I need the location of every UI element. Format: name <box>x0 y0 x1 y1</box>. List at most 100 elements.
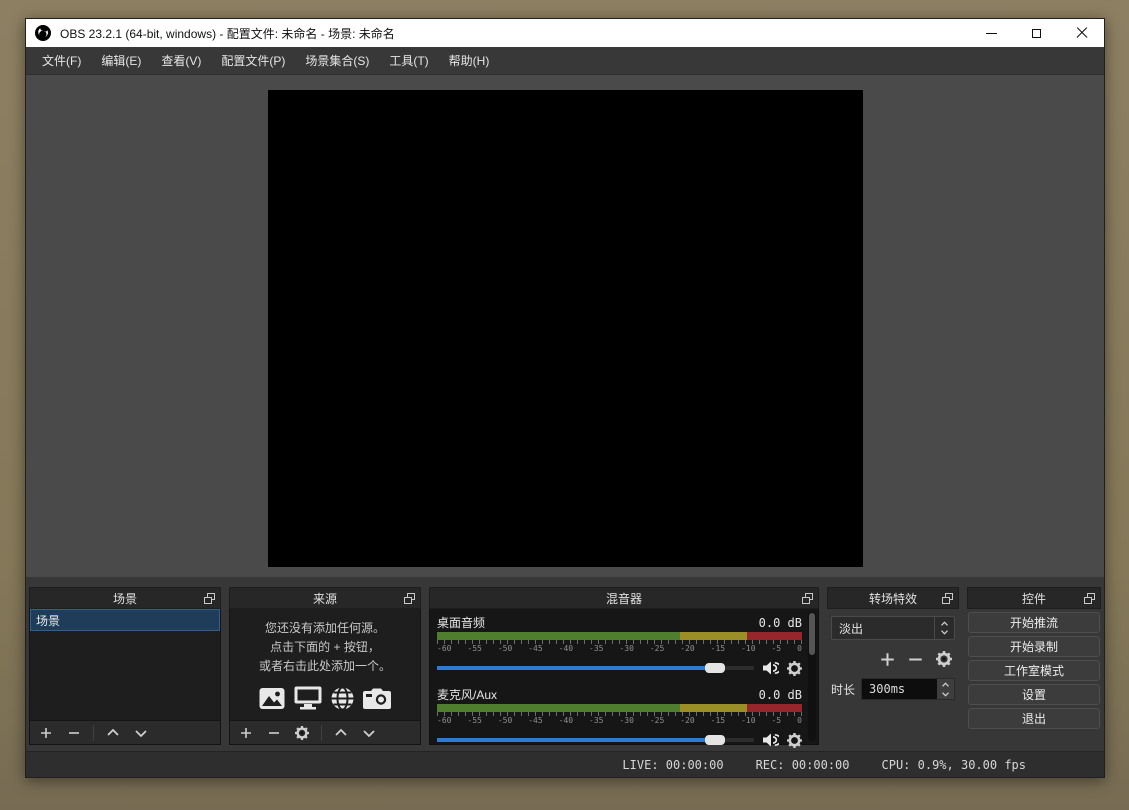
menu-item[interactable]: 帮助(H) <box>439 47 500 75</box>
window-controls <box>969 19 1104 47</box>
sources-empty-state[interactable]: 您还没有添加任何源。点击下面的 + 按钮，或者右击此处添加一个。 <box>230 609 420 720</box>
duration-spinbox[interactable]: 300ms <box>861 678 955 700</box>
volume-meter <box>437 704 802 712</box>
source-move-down-button[interactable] <box>357 723 381 743</box>
control-button[interactable]: 工作室模式 <box>968 660 1100 681</box>
menu-item[interactable]: 编辑(E) <box>91 47 151 75</box>
meter-tick-label: -5 <box>771 644 781 653</box>
meter-tick-label: -40 <box>559 716 573 725</box>
dock-float-icon[interactable] <box>802 593 813 604</box>
transition-select[interactable]: 淡出 <box>831 616 955 640</box>
control-button[interactable]: 开始录制 <box>968 636 1100 657</box>
gear-icon <box>295 726 309 740</box>
add-scene-button[interactable] <box>34 723 58 743</box>
close-button[interactable] <box>1059 19 1104 47</box>
gear-icon[interactable] <box>787 733 802 748</box>
live-time: LIVE: 00:00:00 <box>622 758 723 772</box>
volume-slider[interactable] <box>437 663 754 673</box>
source-move-up-button[interactable] <box>329 723 353 743</box>
sources-empty-text: 点击下面的 + 按钮， <box>259 638 391 657</box>
obs-logo-icon <box>35 25 51 41</box>
scene-list: 场景 <box>30 609 220 720</box>
mixer-panel-title: 混音器 <box>606 590 642 607</box>
minimize-icon <box>986 33 997 34</box>
sources-panel: 来源 您还没有添加任何源。点击下面的 + 按钮，或者右击此处添加一个。 <box>229 587 421 745</box>
menu-item[interactable]: 配置文件(P) <box>211 47 295 75</box>
meter-tick-label: -15 <box>711 644 725 653</box>
controls-panel: 控件 开始推流开始录制工作室模式设置退出 <box>967 587 1101 745</box>
dock-float-icon[interactable] <box>204 593 215 604</box>
toolbar-separator <box>93 725 94 741</box>
scene-move-down-button[interactable] <box>129 723 153 743</box>
gear-icon <box>936 651 952 667</box>
combo-spinner[interactable] <box>934 617 954 639</box>
transitions-panel: 转场特效 淡出 时长 <box>827 587 959 745</box>
spinbox-arrows[interactable] <box>937 679 954 699</box>
meter-tick-label: -15 <box>711 716 725 725</box>
chevron-up-icon <box>335 727 347 739</box>
channel-level-db: 0.0 dB <box>759 616 802 630</box>
control-button[interactable]: 设置 <box>968 684 1100 705</box>
scenes-panel-title: 场景 <box>113 590 137 607</box>
toolbar-separator <box>321 725 322 741</box>
slider-handle[interactable] <box>705 735 725 745</box>
chevron-down-icon <box>940 629 949 635</box>
menu-item[interactable]: 查看(V) <box>151 47 211 75</box>
meter-tick-label: 0 <box>797 716 802 725</box>
close-icon <box>1076 27 1088 39</box>
meter-scale: -60-55-50-45-40-35-30-25-20-15-10-50 <box>437 644 802 653</box>
speaker-icon[interactable] <box>762 659 779 677</box>
meter-tick-label: -35 <box>589 644 603 653</box>
meter-scale: -60-55-50-45-40-35-30-25-20-15-10-50 <box>437 716 802 725</box>
sources-panel-title: 来源 <box>313 590 337 607</box>
dock-float-icon[interactable] <box>942 593 953 604</box>
menu-item[interactable]: 场景集合(S) <box>295 47 379 75</box>
maximize-icon <box>1032 29 1041 38</box>
meter-tick-label: -30 <box>619 644 633 653</box>
scene-list-item[interactable]: 场景 <box>30 609 220 631</box>
dock-float-icon[interactable] <box>404 593 415 604</box>
transitions-panel-title: 转场特效 <box>869 590 917 607</box>
remove-transition-button[interactable] <box>908 649 923 669</box>
transition-selected-value: 淡出 <box>832 620 934 637</box>
remove-scene-button[interactable] <box>62 723 86 743</box>
dock-area: 场景 场景 来源 <box>26 577 1104 751</box>
scenes-toolbar <box>30 720 220 744</box>
transition-properties-button[interactable] <box>936 649 952 669</box>
gear-icon[interactable] <box>787 661 802 676</box>
meter-tick-label: -40 <box>559 644 573 653</box>
dock-float-icon[interactable] <box>1084 593 1095 604</box>
scrollbar-thumb[interactable] <box>809 613 815 655</box>
titlebar: OBS 23.2.1 (64-bit, windows) - 配置文件: 未命名… <box>26 19 1104 47</box>
meter-tick-label: 0 <box>797 644 802 653</box>
control-button[interactable]: 开始推流 <box>968 612 1100 633</box>
menu-item[interactable]: 工具(T) <box>379 47 438 75</box>
plus-icon <box>880 652 895 667</box>
minimize-button[interactable] <box>969 19 1014 47</box>
volume-slider[interactable] <box>437 735 754 745</box>
menubar: 文件(F)编辑(E)查看(V)配置文件(P)场景集合(S)工具(T)帮助(H) <box>26 47 1104 75</box>
control-button[interactable]: 退出 <box>968 708 1100 729</box>
add-transition-button[interactable] <box>880 649 895 669</box>
mixer-channel: 桌面音频 0.0 dB -60-55-50-45-40-35-30-25-20-… <box>437 614 802 679</box>
add-source-button[interactable] <box>234 723 258 743</box>
minus-icon <box>908 652 923 667</box>
meter-tick-label: -5 <box>771 716 781 725</box>
maximize-button[interactable] <box>1014 19 1059 47</box>
menu-item[interactable]: 文件(F) <box>32 47 91 75</box>
source-properties-button[interactable] <box>290 723 314 743</box>
mixer-scrollbar[interactable] <box>808 612 816 741</box>
channel-name: 麦克风/Aux <box>437 686 497 703</box>
window-title: OBS 23.2.1 (64-bit, windows) - 配置文件: 未命名… <box>60 25 395 42</box>
meter-tick-label: -30 <box>619 716 633 725</box>
meter-tick-label: -45 <box>528 716 542 725</box>
meter-tick-label: -25 <box>650 644 664 653</box>
slider-handle[interactable] <box>705 663 725 673</box>
remove-source-button[interactable] <box>262 723 286 743</box>
sources-panel-header: 来源 <box>229 587 421 609</box>
scene-move-up-button[interactable] <box>101 723 125 743</box>
image-icon <box>259 687 285 710</box>
speaker-icon[interactable] <box>762 731 779 749</box>
minus-icon <box>68 727 80 739</box>
meter-tick-label: -50 <box>498 716 512 725</box>
